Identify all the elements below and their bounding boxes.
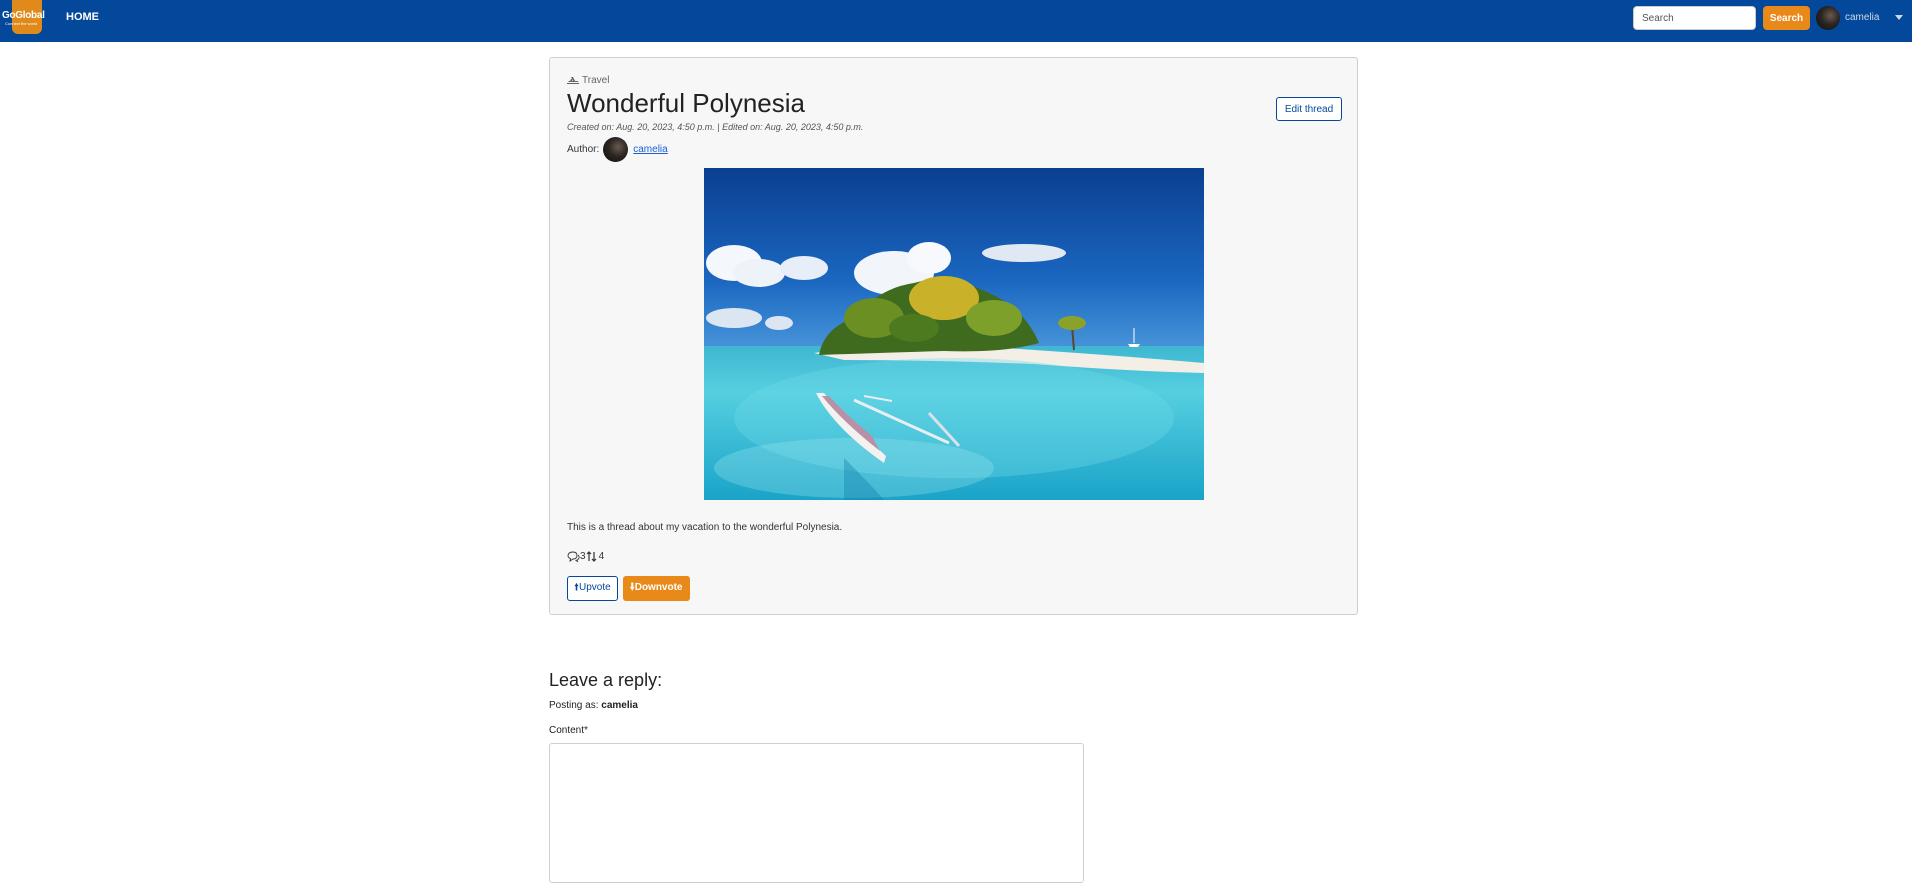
downvote-label: Downvote	[634, 582, 683, 593]
thread-card: Travel Wonderful Polynesia Created on: A…	[549, 57, 1358, 615]
nav-username[interactable]: camelia	[1845, 12, 1879, 23]
logo-text: GoGlobal	[2, 10, 45, 21]
thread-stats: 3 4	[567, 551, 604, 562]
votes-icon	[586, 551, 596, 562]
category-label[interactable]: Travel	[582, 75, 609, 86]
thread-image	[704, 168, 1204, 500]
vote-buttons: 🠙Upvote 🠛Downvote	[567, 576, 690, 601]
author-avatar	[603, 137, 629, 162]
author-label: Author:	[567, 144, 600, 155]
author-link[interactable]: camelia	[633, 144, 667, 155]
comments-icon	[567, 551, 580, 562]
posting-as-label: Posting as:	[549, 700, 599, 711]
logo-subtext: Connect the world	[5, 21, 38, 26]
content-label: Content*	[549, 725, 588, 736]
user-avatar[interactable]	[1816, 6, 1840, 30]
upvote-label: Upvote	[579, 582, 611, 593]
nav-home-link[interactable]: HOME	[66, 11, 99, 23]
edit-thread-button[interactable]: Edit thread	[1276, 97, 1342, 121]
search-button[interactable]: Search	[1763, 6, 1810, 30]
thread-category: Travel	[567, 75, 609, 86]
island-photo	[704, 168, 1204, 500]
site-logo[interactable]: GoGlobal Connect the world	[2, 0, 52, 34]
upvote-button[interactable]: 🠙Upvote	[567, 576, 618, 601]
top-navbar: GoGlobal Connect the world HOME Search c…	[0, 0, 1912, 42]
posting-as: Posting as: camelia	[549, 700, 638, 711]
reply-content-textarea[interactable]	[549, 743, 1084, 883]
thread-meta: Created on: Aug. 20, 2023, 4:50 p.m. | E…	[567, 122, 864, 132]
thread-body: This is a thread about my vacation to th…	[567, 522, 843, 533]
reply-heading: Leave a reply:	[549, 670, 663, 690]
downvote-button[interactable]: 🠛Downvote	[622, 576, 690, 601]
search-input[interactable]	[1633, 6, 1756, 30]
vote-count: 4	[598, 551, 605, 562]
author-row: Author: camelia	[567, 137, 668, 162]
chevron-down-icon[interactable]	[1895, 15, 1903, 20]
plane-icon	[567, 77, 579, 84]
posting-as-user: camelia	[601, 700, 638, 711]
thread-title: Wonderful Polynesia	[567, 88, 805, 118]
